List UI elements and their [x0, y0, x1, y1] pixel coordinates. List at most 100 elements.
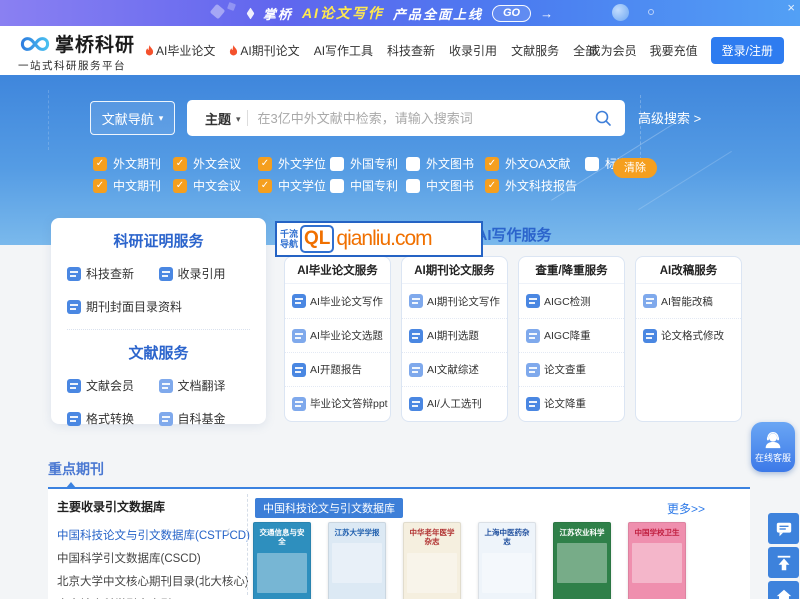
- checkbox-unchecked-icon[interactable]: [585, 157, 599, 171]
- filter-item[interactable]: ✓外文学位: [258, 155, 330, 172]
- service-item[interactable]: 收录引用: [159, 265, 251, 282]
- nav-item-ai-thesis[interactable]: AI毕业论文: [145, 42, 215, 59]
- checkbox-unchecked-icon[interactable]: [406, 179, 420, 193]
- filter-item[interactable]: 外国专利: [330, 155, 406, 172]
- search-input[interactable]: [258, 111, 593, 126]
- service-item[interactable]: AI开题报告: [285, 352, 390, 386]
- database-item[interactable]: 中国科学引文数据库(CSCD): [57, 548, 243, 571]
- service-item[interactable]: AIGC检测: [519, 284, 624, 318]
- checkbox-unchecked-icon[interactable]: [330, 179, 344, 193]
- service-item[interactable]: 论文降重: [519, 386, 624, 420]
- service-label: AI期刊选题: [427, 328, 479, 343]
- literature-nav-button[interactable]: 文献导航 ▾: [90, 101, 175, 135]
- checkbox-checked-icon[interactable]: ✓: [173, 157, 187, 171]
- journal-cover[interactable]: 中国学校卫生: [628, 522, 686, 599]
- filter-item[interactable]: 中文图书: [406, 177, 485, 194]
- service-item[interactable]: AI智能改稿: [636, 284, 741, 318]
- watermark-domain: qianliu.com: [336, 227, 431, 251]
- convert-icon: [67, 412, 81, 426]
- ring-decoration-icon: [648, 9, 654, 15]
- go-button[interactable]: GO: [492, 5, 531, 22]
- column-header: AI毕业论文服务: [285, 257, 390, 284]
- database-item[interactable]: 中文社会科学引文索引(CSSCI): [57, 594, 243, 599]
- filter-item[interactable]: ✓外文会议: [173, 155, 258, 172]
- filter-item[interactable]: ✓外文科技报告: [485, 177, 585, 194]
- triangle-pointer-icon: [66, 482, 76, 488]
- service-item[interactable]: AIGC降重: [519, 318, 624, 352]
- database-item[interactable]: 北京大学中文核心期刊目录(北大核心): [57, 571, 243, 594]
- service-item[interactable]: 论文查重: [519, 352, 624, 386]
- nav-item-literature[interactable]: 文献服务: [511, 42, 559, 59]
- filter-item[interactable]: ✓中文期刊: [93, 177, 173, 194]
- chat-icon: [775, 520, 793, 538]
- journal-cover[interactable]: 交通信息与安全: [253, 522, 311, 599]
- filter-item[interactable]: ✓ 外文OA文献: [485, 155, 585, 172]
- advanced-search-link[interactable]: 高级搜索 >: [638, 108, 701, 127]
- journal-cover[interactable]: 江苏农业科学: [553, 522, 611, 599]
- filter-item[interactable]: 中国专利: [330, 177, 406, 194]
- cover-title: 中华老年医学杂志: [407, 528, 457, 547]
- checkbox-checked-icon[interactable]: ✓: [485, 157, 499, 171]
- service-item[interactable]: 格式转换: [67, 410, 159, 427]
- nav-item-citation[interactable]: 收录引用: [449, 42, 497, 59]
- checkbox-checked-icon[interactable]: ✓: [485, 179, 499, 193]
- recharge-link[interactable]: 我要充值: [650, 42, 698, 59]
- service-item[interactable]: AI期刊选题: [402, 318, 507, 352]
- promo-banner[interactable]: 掌桥 AI论文写作 产品全面上线 GO → ×: [0, 0, 800, 26]
- service-label: AI智能改稿: [661, 294, 713, 309]
- database-item-selected[interactable]: 中国科技论文与引文数据库(CSTPCD): [57, 525, 243, 548]
- fire-icon: [145, 45, 154, 56]
- checkbox-checked-icon[interactable]: ✓: [93, 179, 107, 193]
- nav-item-ai-tools[interactable]: AI写作工具: [314, 42, 373, 59]
- service-item[interactable]: AI/人工选刊: [402, 386, 507, 420]
- banner-close-icon[interactable]: ×: [787, 0, 795, 16]
- home-button[interactable]: [768, 581, 799, 599]
- service-item[interactable]: 文档翻译: [159, 377, 251, 394]
- search-icon[interactable]: [593, 108, 613, 128]
- filter-item[interactable]: ✓ 外文期刊: [93, 155, 173, 172]
- journal-cover[interactable]: 江苏大学学报: [328, 522, 386, 599]
- nav-item-ai-journal[interactable]: AI期刊论文: [229, 42, 299, 59]
- service-item[interactable]: AI期刊论文写作: [402, 284, 507, 318]
- more-link[interactable]: 更多>>: [667, 500, 705, 517]
- translate-icon: [159, 379, 173, 393]
- service-label: 论文格式修改: [661, 328, 724, 343]
- service-item[interactable]: 文献会员: [67, 377, 159, 394]
- service-item[interactable]: AI文献综述: [402, 352, 507, 386]
- filter-item[interactable]: 外文图书: [406, 155, 485, 172]
- journal-cover[interactable]: 上海中医药杂志: [478, 522, 536, 599]
- filter-label: 外文OA文献: [505, 155, 570, 172]
- filter-item[interactable]: ✓中文会议: [173, 177, 258, 194]
- filter-label: 外文图书: [426, 155, 474, 172]
- service-item[interactable]: 自科基金: [159, 410, 251, 427]
- service-item[interactable]: 毕业论文答辩ppt: [285, 386, 390, 420]
- service-item[interactable]: 论文格式修改: [636, 318, 741, 352]
- become-member-link[interactable]: 成为会员: [589, 42, 637, 59]
- field-selector[interactable]: 主题: [205, 109, 231, 128]
- arrow-up-icon: [775, 554, 793, 572]
- checkbox-checked-icon[interactable]: ✓: [258, 157, 272, 171]
- service-item[interactable]: 期刊封面目录资料: [67, 298, 250, 315]
- checkbox-checked-icon[interactable]: ✓: [173, 179, 187, 193]
- service-item[interactable]: AI毕业论文选题: [285, 318, 390, 352]
- home-icon: [775, 588, 793, 599]
- service-item[interactable]: AI毕业论文写作: [285, 284, 390, 318]
- service-item[interactable]: 科技查新: [67, 265, 159, 282]
- journal-covers: 交通信息与安全 江苏大学学报 中华老年医学杂志 上海中医药杂志 江苏农业科学 中…: [253, 522, 686, 599]
- smart-edit-icon: [643, 294, 657, 308]
- checkbox-checked-icon[interactable]: ✓: [93, 157, 107, 171]
- journal-cover[interactable]: 中华老年医学杂志: [403, 522, 461, 599]
- logo[interactable]: 掌桥科研 一站式科研服务平台: [18, 30, 135, 73]
- clear-filters-button[interactable]: 清除: [613, 158, 657, 178]
- checkbox-unchecked-icon[interactable]: [406, 157, 420, 171]
- feedback-chat-button[interactable]: [768, 513, 799, 544]
- checkbox-checked-icon[interactable]: ✓: [258, 179, 272, 193]
- login-register-button[interactable]: 登录/注册: [711, 37, 784, 64]
- back-to-top-button[interactable]: [768, 547, 799, 578]
- literature-nav-label: 文献导航: [102, 109, 154, 128]
- checkbox-unchecked-icon[interactable]: [330, 157, 344, 171]
- filter-label: 外文期刊: [113, 155, 161, 172]
- nav-item-novelty-check[interactable]: 科技查新: [387, 42, 435, 59]
- filter-item[interactable]: ✓中文学位: [258, 177, 330, 194]
- online-service-button[interactable]: 在线客服: [751, 422, 795, 472]
